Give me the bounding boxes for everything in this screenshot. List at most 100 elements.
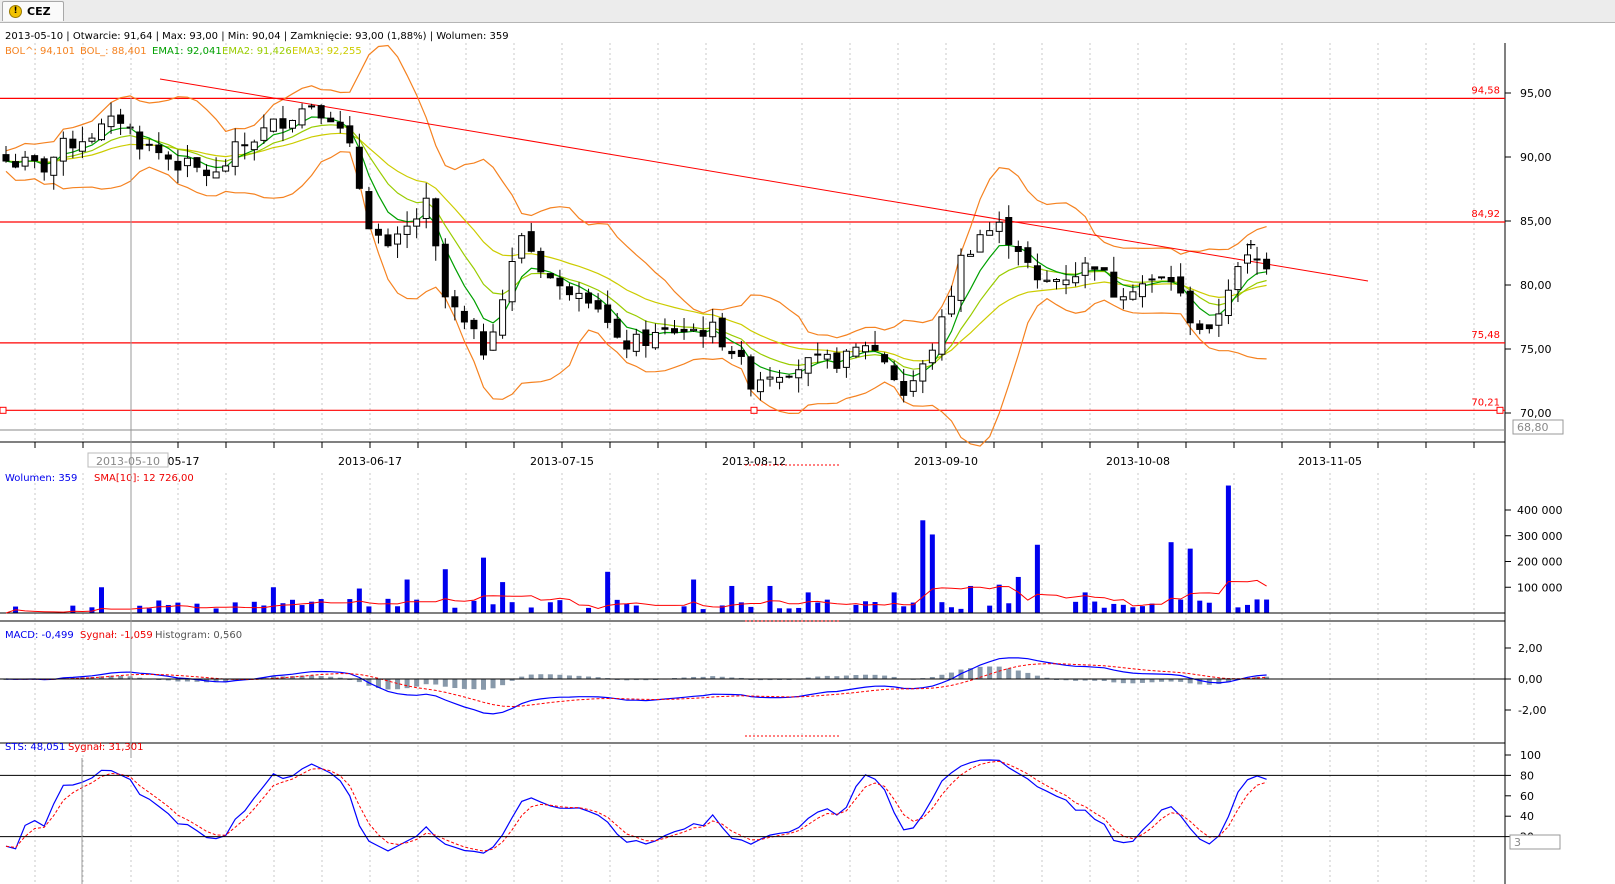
volume-bar[interactable]: [891, 592, 897, 613]
volume-bar[interactable]: [901, 606, 907, 613]
candle[interactable]: [871, 330, 879, 352]
candle[interactable]: [21, 150, 29, 171]
level-handle[interactable]: [0, 406, 7, 414]
volume-bar[interactable]: [920, 520, 926, 613]
candle[interactable]: [967, 250, 975, 257]
candle[interactable]: [604, 290, 612, 329]
volume-bar[interactable]: [1120, 604, 1126, 613]
candle[interactable]: [394, 226, 402, 258]
volume-bar[interactable]: [824, 599, 830, 613]
volume-bar[interactable]: [385, 598, 391, 613]
level-handle[interactable]: [750, 406, 758, 414]
volume-bar[interactable]: [605, 571, 611, 613]
candle[interactable]: [842, 348, 850, 378]
candle[interactable]: [279, 105, 287, 142]
candle[interactable]: [403, 211, 411, 249]
candle[interactable]: [317, 104, 325, 125]
candle[interactable]: [881, 352, 889, 365]
candle[interactable]: [1043, 270, 1051, 283]
volume-bar[interactable]: [146, 608, 152, 613]
volume-bar[interactable]: [614, 599, 620, 613]
volume-bar[interactable]: [1111, 603, 1117, 613]
candle[interactable]: [575, 282, 583, 312]
candle[interactable]: [938, 309, 946, 361]
volume-bar[interactable]: [547, 602, 553, 613]
candle[interactable]: [1005, 205, 1013, 259]
candle[interactable]: [117, 108, 125, 135]
candle[interactable]: [919, 360, 927, 394]
candle[interactable]: [346, 116, 354, 148]
candle[interactable]: [164, 151, 172, 171]
volume-bar[interactable]: [929, 534, 935, 613]
tab-cez[interactable]: ! CEZ: [2, 1, 64, 21]
candle[interactable]: [327, 111, 335, 123]
candle[interactable]: [298, 103, 306, 129]
candle[interactable]: [680, 317, 688, 340]
candle[interactable]: [250, 139, 258, 161]
candle[interactable]: [642, 320, 650, 358]
volume-bar[interactable]: [1130, 607, 1136, 613]
candle[interactable]: [546, 273, 554, 279]
candle[interactable]: [374, 223, 382, 244]
candle[interactable]: [289, 119, 296, 133]
volume-bar[interactable]: [624, 603, 630, 613]
candle[interactable]: [814, 342, 822, 363]
candle[interactable]: [527, 222, 535, 253]
candle[interactable]: [145, 139, 153, 152]
level-handle[interactable]: [1496, 406, 1504, 414]
candle[interactable]: [671, 319, 678, 335]
volume-bar[interactable]: [481, 557, 486, 613]
candle[interactable]: [1062, 265, 1070, 295]
volume-bar[interactable]: [1139, 606, 1145, 613]
volume-bar[interactable]: [681, 606, 687, 613]
candle[interactable]: [613, 312, 621, 339]
candle[interactable]: [432, 197, 440, 261]
volume-bar[interactable]: [939, 602, 945, 613]
volume-bar[interactable]: [232, 602, 238, 613]
candle[interactable]: [909, 370, 917, 397]
volume-bar[interactable]: [815, 602, 821, 613]
volume-bar[interactable]: [471, 600, 477, 613]
volume-bar[interactable]: [910, 602, 916, 613]
candle[interactable]: [40, 156, 48, 181]
volume-bar[interactable]: [1197, 600, 1203, 613]
candle[interactable]: [795, 359, 803, 393]
volume-bar[interactable]: [1092, 601, 1098, 613]
candle[interactable]: [413, 208, 421, 239]
volume-bar[interactable]: [500, 582, 506, 613]
volume-bar[interactable]: [1178, 599, 1184, 613]
candle[interactable]: [489, 324, 497, 351]
volume-bar[interactable]: [968, 585, 974, 613]
volume-bar[interactable]: [1101, 607, 1107, 613]
volume-bar[interactable]: [748, 606, 754, 613]
candle[interactable]: [632, 328, 640, 357]
volume-bar[interactable]: [1034, 544, 1040, 613]
candle[interactable]: [804, 357, 812, 387]
candle[interactable]: [986, 222, 994, 236]
candle[interactable]: [1205, 324, 1213, 334]
candle[interactable]: [260, 114, 268, 144]
candle[interactable]: [1091, 266, 1099, 281]
candle[interactable]: [1138, 275, 1146, 308]
volume-bar[interactable]: [853, 604, 859, 613]
candle[interactable]: [890, 360, 898, 382]
volume-bar[interactable]: [1168, 542, 1174, 613]
candle[interactable]: [565, 283, 573, 301]
volume-bar[interactable]: [395, 606, 401, 613]
volume-bar[interactable]: [1015, 576, 1021, 613]
candle[interactable]: [1263, 252, 1271, 275]
candle[interactable]: [1119, 288, 1127, 310]
trend-line[interactable]: [159, 78, 1369, 282]
candle[interactable]: [995, 211, 1003, 244]
volume-bar[interactable]: [633, 605, 639, 613]
candle[interactable]: [1186, 286, 1194, 336]
candle[interactable]: [1110, 256, 1118, 298]
candle[interactable]: [1167, 265, 1175, 291]
candle[interactable]: [1158, 276, 1166, 280]
volume-bar[interactable]: [1073, 601, 1079, 613]
candle[interactable]: [737, 340, 745, 365]
candle[interactable]: [1196, 320, 1204, 335]
candle[interactable]: [1014, 240, 1022, 266]
volume-bar[interactable]: [1149, 603, 1155, 613]
candle[interactable]: [451, 289, 459, 321]
